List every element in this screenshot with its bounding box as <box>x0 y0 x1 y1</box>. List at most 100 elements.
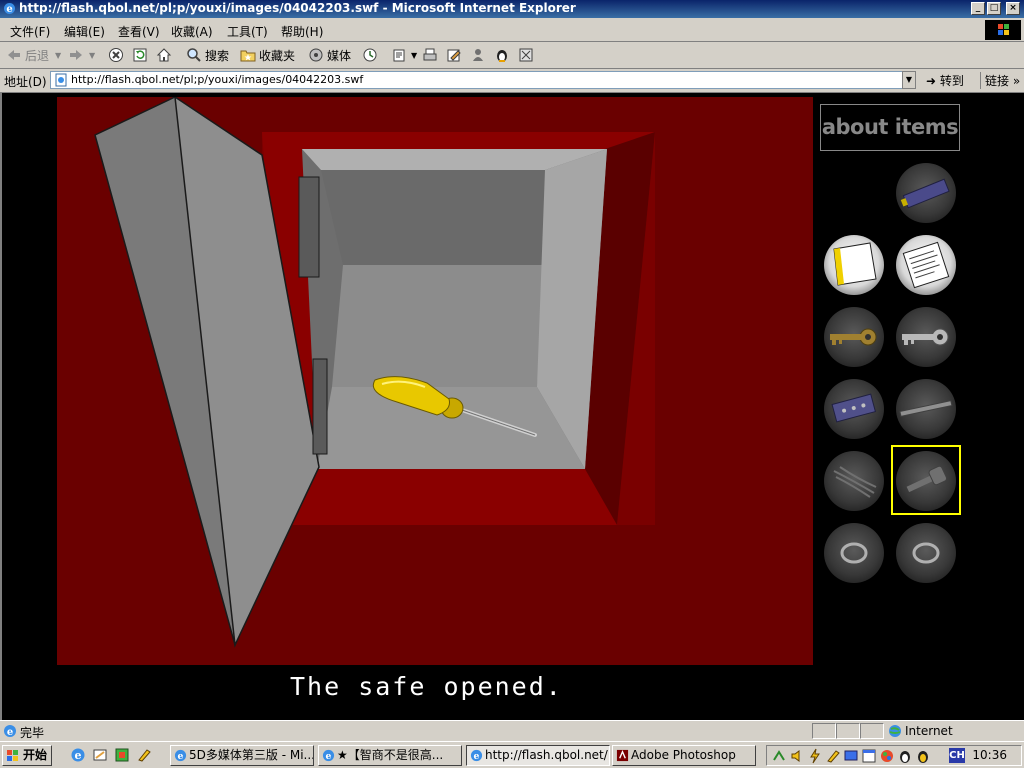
qq-button[interactable] <box>494 45 513 65</box>
ring-icon <box>912 542 940 564</box>
inventory-slot-rod[interactable] <box>896 379 956 439</box>
start-label: 开始 <box>23 748 48 762</box>
stop-icon <box>109 48 123 62</box>
windows-logo-icon <box>985 20 1021 40</box>
menu-bar: 文件(F) 编辑(E) 查看(V) 收藏(A) 工具(T) 帮助(H) <box>0 18 1024 42</box>
menu-file[interactable]: 文件(F) <box>10 23 50 40</box>
inventory-slot-gold-key[interactable] <box>824 307 884 367</box>
status-text: 完毕 <box>20 726 45 740</box>
search-icon <box>187 48 201 62</box>
status-panel-2 <box>836 723 860 739</box>
inventory-slot-cables[interactable] <box>824 451 884 511</box>
tray-penguin-icon[interactable] <box>897 748 913 764</box>
start-button[interactable]: 开始 <box>2 745 52 766</box>
favorites-folder-icon <box>240 50 256 62</box>
back-label: 后退 <box>25 48 50 63</box>
ie-task-icon: e <box>470 749 483 762</box>
go-label: 转到 <box>939 74 964 88</box>
quicklaunch-desktop-icon[interactable] <box>92 747 108 763</box>
ie-task-icon: e <box>174 749 187 762</box>
close-button[interactable]: × <box>1006 2 1020 15</box>
print-button[interactable] <box>422 45 441 65</box>
mail-dropdown-icon[interactable]: ▼ <box>411 51 417 60</box>
ie-task-icon: e <box>322 749 335 762</box>
address-input[interactable]: http://flash.qbol.net/pl;p/youxi/images/… <box>50 71 903 89</box>
chevron-right-icon: » <box>1012 74 1021 88</box>
forward-dropdown-icon[interactable]: ▼ <box>89 51 95 60</box>
mail-button[interactable]: ▼ <box>392 45 417 65</box>
safe-interior-upper-back <box>321 170 545 265</box>
go-arrow-icon: ➜ <box>926 74 937 88</box>
task-button-5d[interactable]: e 5D多媒体第三版 - Mi... <box>170 745 314 766</box>
ring-icon <box>840 542 868 564</box>
inventory-slot-ring-2[interactable] <box>896 523 956 583</box>
search-button[interactable]: 搜索 <box>186 45 229 65</box>
language-indicator[interactable]: CH <box>949 748 965 763</box>
quicklaunch-ie-icon[interactable]: e <box>70 747 86 763</box>
print-icon <box>423 48 437 61</box>
tray-lightning-icon[interactable] <box>807 748 823 764</box>
tool-button[interactable] <box>518 45 537 65</box>
tray-volume-icon[interactable] <box>789 748 805 764</box>
tray-palette-icon[interactable] <box>879 748 895 764</box>
menu-favorites[interactable]: 收藏(A) <box>171 23 213 40</box>
tray-window-icon[interactable] <box>861 748 877 764</box>
door-hinge-top <box>298 176 320 278</box>
inventory-slot-silver-key[interactable] <box>896 307 956 367</box>
go-button[interactable]: ➜ 转到 <box>926 72 964 89</box>
silver-key-icon <box>902 328 949 346</box>
task-button-iq[interactable]: e ★【智商不是很高... <box>318 745 462 766</box>
inventory-slot-paper-card[interactable] <box>824 235 884 295</box>
tray-pencil-icon[interactable] <box>825 748 841 764</box>
messenger-icon <box>473 49 483 61</box>
menu-tools[interactable]: 工具(T) <box>227 23 268 40</box>
forward-button[interactable]: ▼ <box>68 45 95 65</box>
tray-penguin-2-icon[interactable] <box>915 748 931 764</box>
edit-button[interactable] <box>446 45 465 65</box>
history-button[interactable] <box>362 45 381 65</box>
svg-text:e: e <box>75 749 82 762</box>
game-scene[interactable] <box>57 97 813 665</box>
stop-button[interactable] <box>108 45 127 65</box>
svg-text:e: e <box>6 4 12 15</box>
page-icon <box>55 73 67 87</box>
page-done-icon: e <box>4 725 16 738</box>
links-label: 链接 <box>985 74 1010 88</box>
back-dropdown-icon[interactable]: ▼ <box>55 51 61 60</box>
back-button[interactable]: 后退 ▼ <box>6 45 61 65</box>
address-dropdown-button[interactable]: ▼ <box>902 71 916 89</box>
status-bar: e 完毕 Internet <box>0 720 1024 741</box>
messenger-button[interactable] <box>470 45 489 65</box>
svg-text:e: e <box>326 751 332 762</box>
mail-icon <box>393 49 405 62</box>
menu-help[interactable]: 帮助(H) <box>281 23 323 40</box>
tray-monitor-icon[interactable] <box>843 748 859 764</box>
about-items-button[interactable]: about items <box>820 104 960 151</box>
links-button[interactable]: 链接 » <box>980 72 1020 89</box>
edit-icon <box>447 49 461 62</box>
task-button-flash[interactable]: e http://flash.qbol.net/... <box>466 745 610 766</box>
home-button[interactable] <box>156 45 175 65</box>
forward-arrow-icon <box>70 50 82 60</box>
inventory-slot-note[interactable] <box>896 235 956 295</box>
inventory-slot-ring-1[interactable] <box>824 523 884 583</box>
inventory-slot-chip[interactable] <box>824 379 884 439</box>
maximize-button[interactable]: □ <box>987 2 1001 15</box>
menu-view[interactable]: 查看(V) <box>118 23 160 40</box>
minimize-button[interactable]: _ <box>971 2 985 15</box>
quicklaunch-pencil-icon[interactable] <box>136 747 152 763</box>
system-tray: CH 10:36 <box>766 745 1022 766</box>
menu-edit[interactable]: 编辑(E) <box>64 23 105 40</box>
inventory-slot-battery[interactable] <box>896 163 956 223</box>
favorites-button[interactable]: 收藏夹 <box>240 45 295 65</box>
status-panel-3 <box>860 723 884 739</box>
note-paper-icon <box>902 241 950 289</box>
metal-rod-icon <box>899 400 953 417</box>
tray-network-icon[interactable] <box>771 748 787 764</box>
task-button-photoshop[interactable]: Adobe Photoshop <box>612 745 756 766</box>
refresh-button[interactable] <box>132 45 151 65</box>
quicklaunch-app-icon[interactable] <box>114 747 130 763</box>
media-icon <box>309 48 323 62</box>
door-hinge-bottom <box>312 358 328 455</box>
media-button[interactable]: 媒体 <box>308 45 351 65</box>
